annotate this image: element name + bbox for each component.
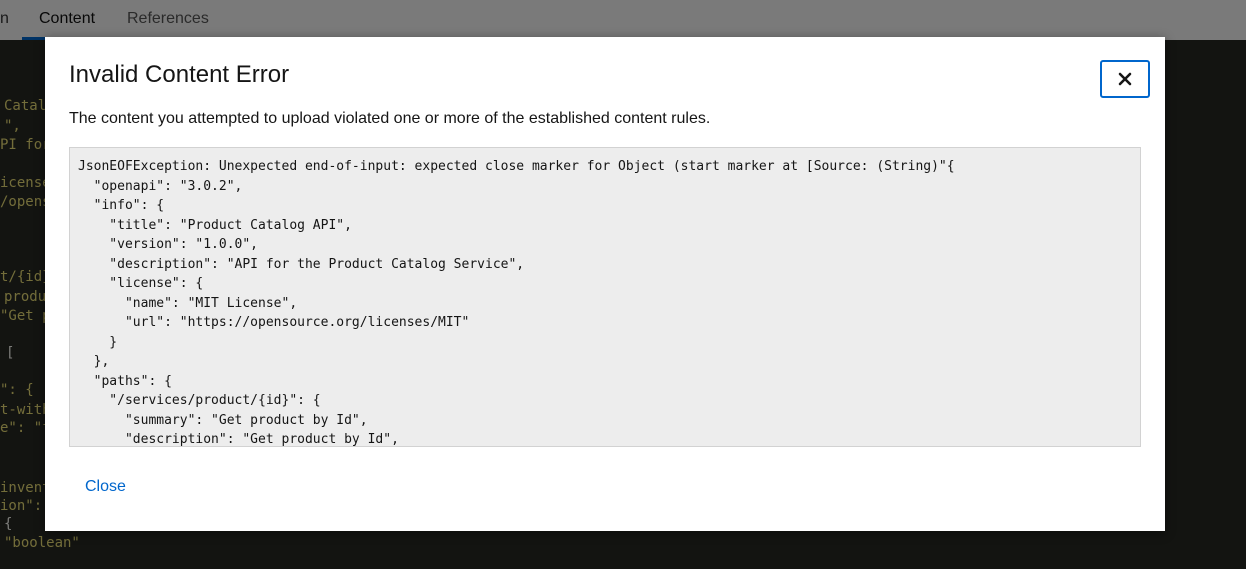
error-details-box[interactable]: JsonEOFException: Unexpected end-of-inpu… xyxy=(69,147,1141,447)
close-icon xyxy=(1118,72,1132,86)
modal-title: Invalid Content Error xyxy=(69,61,290,88)
close-button[interactable] xyxy=(1100,60,1150,98)
error-details-text: JsonEOFException: Unexpected end-of-inpu… xyxy=(78,159,955,447)
error-modal: Invalid Content Error The content you at… xyxy=(45,37,1165,531)
modal-message: The content you attempted to upload viol… xyxy=(69,110,711,127)
close-link[interactable]: Close xyxy=(85,478,126,496)
